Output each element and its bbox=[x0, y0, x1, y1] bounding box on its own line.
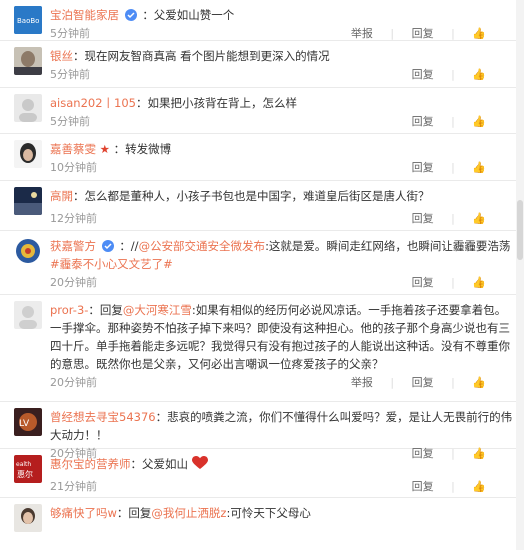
comment-text: ：怎么都是董种人，小孩子书包也是中国字，难道皇后街区是唐人街？ bbox=[73, 189, 430, 203]
like-icon[interactable]: 👍 bbox=[472, 27, 486, 40]
comment-item: aisan202丨105：如果把小孩背在背上，怎么样 5分钟前 回复 | 👍 bbox=[0, 88, 524, 134]
comment-text: :这就是爱。瞬间走红网络，也瞬间让霾霾要浩荡 bbox=[265, 239, 511, 253]
mention-link[interactable]: @我何止洒脱z bbox=[151, 506, 226, 520]
commenter-name[interactable]: 曾经想去寻宝54376 bbox=[50, 410, 156, 424]
comment-list: BaoBo 宝泊智能家居 ：父爱如山赞一个 5分钟前 举报 | 回复 | 👍 银… bbox=[0, 0, 524, 550]
verified-icon bbox=[124, 9, 137, 21]
divider: | bbox=[390, 376, 395, 389]
comment-text: ：父爱如山 bbox=[130, 457, 189, 471]
comment-time: 21分钟前 bbox=[50, 480, 97, 493]
comment-text: ：回复 bbox=[116, 506, 152, 520]
comment-item: 够痛快了吗w：回复@我何止洒脱z:可怜天下父母心 bbox=[0, 498, 524, 550]
divider: | bbox=[451, 115, 455, 128]
avatar[interactable] bbox=[14, 140, 42, 168]
divider: | bbox=[451, 212, 455, 225]
comment-item: 高開：怎么都是董种人，小孩子书包也是中国字，难道皇后街区是唐人街？ 12分钟前 … bbox=[0, 181, 524, 231]
comment-text: ：回复 bbox=[88, 303, 123, 317]
commenter-name[interactable]: 宝泊智能家居 bbox=[50, 8, 119, 22]
hashtag-link[interactable]: #霾泰不小心又文艺了# bbox=[50, 257, 173, 271]
report-link[interactable]: 举报 bbox=[351, 376, 373, 389]
star-badge-icon: ★ bbox=[99, 142, 110, 156]
reply-link[interactable]: 回复 bbox=[412, 115, 434, 128]
comment-time: 12分钟前 bbox=[50, 212, 97, 225]
comment-text: ：父爱如山赞一个 bbox=[142, 8, 235, 22]
avatar[interactable] bbox=[14, 94, 42, 122]
avatar[interactable]: BaoBo bbox=[14, 6, 42, 34]
comment-text: ：现在网友智商真高 看个图片能想到更深入的情况 bbox=[73, 49, 330, 63]
avatar[interactable] bbox=[14, 301, 42, 329]
comment-item: 嘉善蔡雯 ★ ：转发微博 10分钟前 回复 | 👍 bbox=[0, 134, 524, 181]
comment-item: pror-3-：回复@大河寒江雪:如果有相似的经历何必说风凉话。一手拖着孩子还要… bbox=[0, 295, 524, 402]
svg-text:ealth: ealth bbox=[16, 461, 31, 468]
commenter-name[interactable]: 惠尔宝的营养师 bbox=[50, 457, 131, 471]
reply-link[interactable]: 回复 bbox=[412, 376, 434, 389]
divider: | bbox=[451, 376, 455, 389]
comment-text: ：转发微博 bbox=[113, 142, 172, 156]
avatar[interactable] bbox=[14, 187, 42, 215]
like-icon[interactable]: 👍 bbox=[472, 115, 486, 128]
comment-time: 5分钟前 bbox=[50, 68, 90, 81]
commenter-name[interactable]: 嘉善蔡雯 bbox=[50, 142, 96, 156]
verified-icon bbox=[101, 240, 114, 252]
comment-time: 20分钟前 bbox=[50, 376, 97, 389]
comment-item: LV 曾经想去寻宝54376：悲哀的喷粪之流，你们不懂得什么叫爱吗？爱，是让人无… bbox=[0, 402, 524, 460]
reply-link[interactable]: 回复 bbox=[412, 480, 434, 493]
commenter-name[interactable]: aisan202丨105 bbox=[50, 96, 136, 110]
comment-text: ：如果把小孩背在背上，怎么样 bbox=[135, 96, 297, 110]
reply-link[interactable]: 回复 bbox=[412, 161, 434, 174]
divider: | bbox=[451, 27, 455, 40]
comment-text: :可怜天下父母心 bbox=[226, 506, 311, 520]
like-icon[interactable]: 👍 bbox=[472, 480, 486, 493]
comment-item: 获嘉警方 ：//@公安部交通安全微发布:这就是爱。瞬间走红网络，也瞬间让霾霾要浩… bbox=[0, 231, 524, 295]
comment-time: 20分钟前 bbox=[50, 276, 97, 289]
comment-item: ealth 惠尔 惠尔宝的营养师：父爱如山 21分钟前 回复 | 👍 bbox=[0, 449, 524, 498]
reply-link[interactable]: 回复 bbox=[412, 68, 434, 81]
reply-link[interactable]: 回复 bbox=[412, 212, 434, 225]
divider: | bbox=[451, 480, 455, 493]
svg-text:LV: LV bbox=[19, 419, 30, 429]
avatar[interactable]: ealth 惠尔 bbox=[14, 455, 42, 483]
avatar[interactable]: LV bbox=[14, 408, 42, 436]
like-icon[interactable]: 👍 bbox=[472, 276, 486, 289]
commenter-name[interactable]: 银丝 bbox=[50, 49, 73, 63]
reply-link[interactable]: 回复 bbox=[412, 27, 434, 40]
commenter-name[interactable]: 高開 bbox=[50, 189, 73, 203]
comment-time: 10分钟前 bbox=[50, 161, 97, 174]
commenter-name[interactable]: pror-3- bbox=[50, 303, 88, 317]
divider: | bbox=[390, 27, 395, 40]
report-link[interactable]: 举报 bbox=[351, 27, 373, 40]
scrollbar-thumb[interactable] bbox=[517, 200, 523, 260]
like-icon[interactable]: 👍 bbox=[472, 376, 486, 389]
commenter-name[interactable]: 够痛快了吗w bbox=[50, 506, 117, 520]
commenter-name[interactable]: 获嘉警方 bbox=[50, 239, 96, 253]
scrollbar[interactable] bbox=[516, 0, 524, 550]
like-icon[interactable]: 👍 bbox=[472, 161, 486, 174]
comment-item: BaoBo 宝泊智能家居 ：父爱如山赞一个 5分钟前 举报 | 回复 | 👍 bbox=[0, 0, 524, 41]
svg-text:惠尔: 惠尔 bbox=[17, 469, 33, 479]
like-icon[interactable]: 👍 bbox=[472, 212, 486, 225]
divider: | bbox=[451, 276, 455, 289]
heart-icon bbox=[191, 456, 208, 469]
mention-link[interactable]: @公安部交通安全微发布 bbox=[139, 239, 266, 253]
reply-link[interactable]: 回复 bbox=[412, 276, 434, 289]
avatar[interactable] bbox=[14, 237, 42, 265]
like-icon[interactable]: 👍 bbox=[472, 68, 486, 81]
avatar[interactable] bbox=[14, 47, 42, 75]
avatar[interactable] bbox=[14, 504, 42, 532]
svg-text:BaoBo: BaoBo bbox=[17, 17, 39, 25]
comment-text: ：// bbox=[119, 239, 139, 253]
comment-item: 银丝：现在网友智商真高 看个图片能想到更深入的情况 5分钟前 回复 | 👍 bbox=[0, 41, 524, 88]
divider: | bbox=[451, 68, 455, 81]
comment-time: 5分钟前 bbox=[50, 115, 90, 128]
mention-link[interactable]: @大河寒江雪 bbox=[123, 303, 192, 317]
divider: | bbox=[451, 161, 455, 174]
